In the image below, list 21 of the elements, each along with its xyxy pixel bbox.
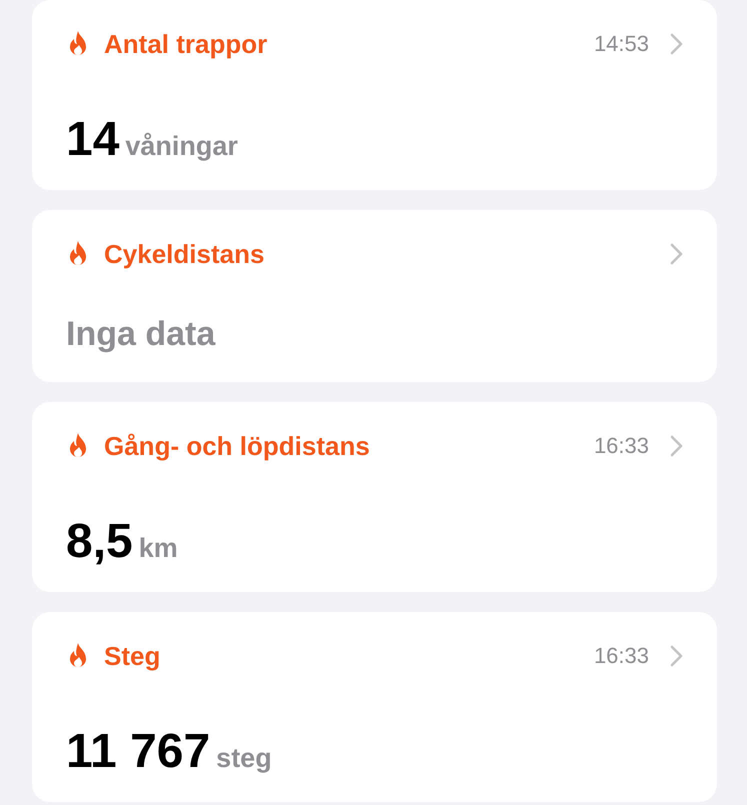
- timestamp: 14:53: [594, 31, 649, 57]
- card-title: Cykeldistans: [104, 238, 266, 270]
- unit-label: km: [138, 533, 178, 564]
- metric-card[interactable]: Steg 16:33 11 767 steg: [32, 612, 717, 802]
- metric-card[interactable]: Antal trappor 14:53 14 våningar: [32, 0, 717, 190]
- chevron-icon: [669, 242, 683, 266]
- card-title: Antal trappor: [104, 28, 268, 60]
- card-title: Steg: [104, 640, 162, 672]
- chevron-icon: [669, 32, 683, 56]
- chevron-icon: [669, 434, 683, 458]
- no-data-text: Inga data: [66, 314, 216, 354]
- metric-card[interactable]: Gång- och löpdistans 16:33 8,5 km: [32, 402, 717, 592]
- timestamp: 16:33: [594, 433, 649, 459]
- chevron-icon: [669, 644, 683, 668]
- unit-label: våningar: [125, 131, 238, 162]
- unit-label: steg: [216, 743, 272, 774]
- metric-value: 8,5: [66, 514, 133, 570]
- timestamp: 16:33: [594, 643, 649, 669]
- card-title: Gång- och löpdistans: [104, 430, 371, 462]
- metric-value: 14: [66, 112, 120, 168]
- metric-value: 11 767: [66, 724, 210, 780]
